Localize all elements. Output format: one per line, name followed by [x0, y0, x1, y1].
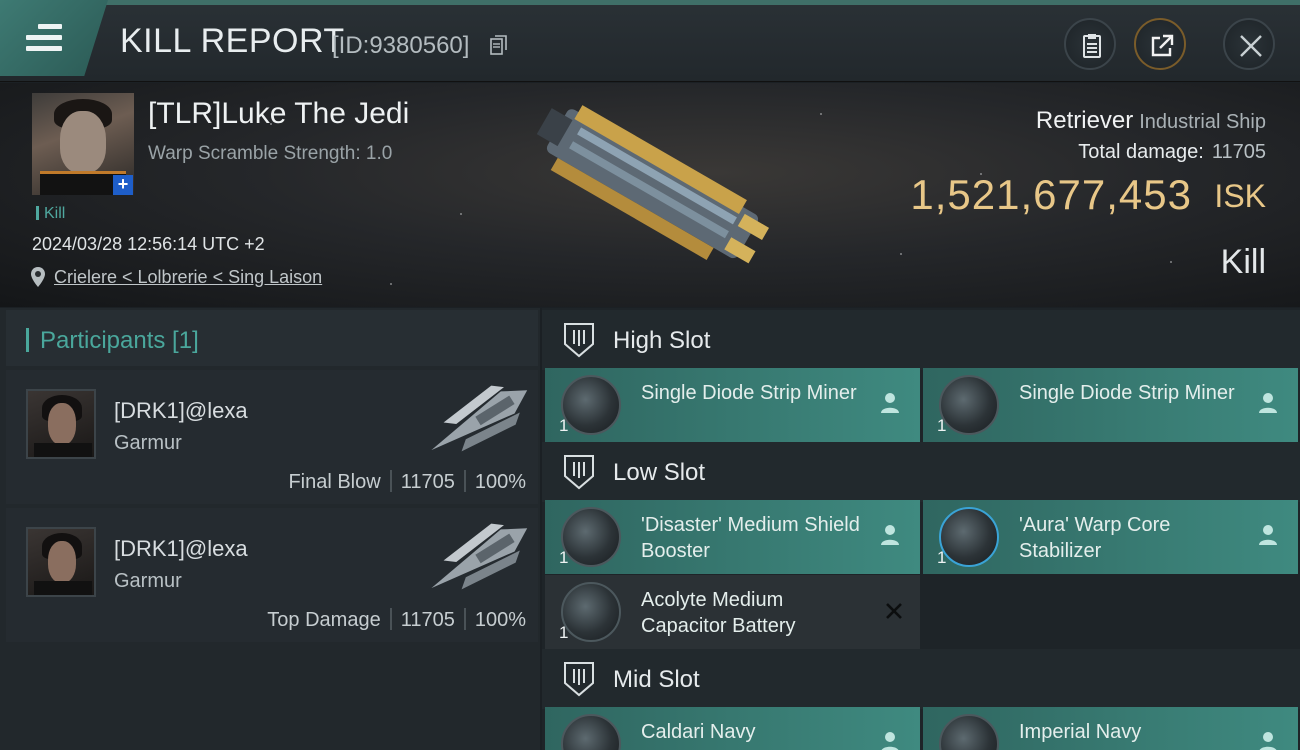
strip-miner-icon — [939, 375, 999, 435]
item-quantity: 1 — [559, 623, 569, 642]
total-damage-label: Total damage: — [1078, 141, 1204, 163]
fitting-item[interactable]: 1 Single Diode Strip Miner — [545, 368, 920, 442]
garmur-ship-image — [431, 385, 528, 452]
dropped-owner-icon — [881, 525, 899, 545]
dropped-owner-icon — [1259, 732, 1277, 750]
close-button[interactable] — [1223, 18, 1275, 70]
participants-header[interactable]: Participants [1] — [6, 310, 538, 366]
module-icon — [939, 714, 999, 750]
item-name: Single Diode Strip Miner — [641, 382, 857, 404]
fitting-item[interactable]: 1 Imperial Navy — [923, 707, 1298, 750]
kill-id: [ID:9380560] — [332, 32, 470, 59]
participant-stats: Final Blow 11705 100% — [288, 470, 526, 494]
kill-tag: Kill — [36, 205, 65, 223]
destroyed-x-icon — [886, 603, 902, 619]
copy-icon[interactable] — [490, 35, 508, 55]
participant-percent: 100% — [474, 471, 526, 493]
fitting-panel: High Slot 1 Single Diode Strip Miner 1 S… — [542, 308, 1300, 750]
location-pin-icon — [31, 267, 45, 287]
fitting-item[interactable]: 1 'Aura' Warp Core Stabilizer — [923, 500, 1298, 574]
participants-panel: Participants [1] [DRK1]@lexa Garmur Fina… — [0, 308, 540, 750]
header-accent-line — [100, 0, 1300, 5]
high-slot-header: High Slot — [542, 310, 1300, 370]
kill-datetime: 2024/03/28 12:56:14 UTC +2 — [32, 234, 265, 254]
fitting-item[interactable]: 1 Single Diode Strip Miner — [923, 368, 1298, 442]
shield-booster-icon — [561, 507, 621, 567]
item-quantity: 1 — [937, 416, 947, 435]
item-name: Caldari Navy — [641, 721, 756, 743]
participant-name: [DRK1]@lexa — [114, 398, 248, 423]
warp-scramble-strength: Warp Scramble Strength: 1.0 — [148, 143, 393, 164]
participant-row[interactable]: [DRK1]@lexa Garmur Top Damage 11705 100% — [6, 508, 538, 642]
participants-title: Participants [1] — [40, 327, 199, 354]
mid-slot-header: Mid Slot — [542, 649, 1300, 709]
item-name: Acolyte Medium Capacitor Battery — [641, 589, 796, 637]
participant-role: Top Damage — [267, 609, 381, 631]
capacitor-battery-icon — [561, 582, 621, 642]
dropped-owner-icon — [881, 732, 899, 750]
low-slot-icon — [564, 455, 594, 490]
high-slot-icon — [564, 323, 594, 358]
external-share-icon — [1151, 34, 1174, 57]
fitting-item[interactable]: 1 Acolyte Medium Capacitor Battery — [545, 575, 920, 649]
participant-role: Final Blow — [288, 471, 381, 493]
participant-avatar[interactable] — [26, 527, 96, 597]
low-slot-label: Low Slot — [613, 459, 706, 486]
menu-button[interactable] — [0, 0, 108, 76]
strip-miner-icon — [561, 375, 621, 435]
isk-unit: ISK — [1214, 178, 1266, 214]
garmur-ship-image — [431, 523, 528, 590]
participant-row[interactable]: [DRK1]@lexa Garmur Final Blow 11705 100% — [6, 370, 538, 504]
clipboard-button[interactable] — [1064, 18, 1116, 70]
participant-stats: Top Damage 11705 100% — [267, 608, 526, 632]
clipboard-icon — [1083, 34, 1101, 58]
dropped-owner-icon — [1259, 525, 1277, 545]
module-icon — [561, 714, 621, 750]
item-quantity: 1 — [559, 548, 569, 567]
item-quantity: 1 — [559, 416, 569, 435]
fitting-item[interactable]: 1 'Disaster' Medium Shield Booster — [545, 500, 920, 574]
victim-ship[interactable]: Retriever Industrial Ship — [1036, 107, 1266, 135]
item-name: 'Aura' Warp Core Stabilizer — [1019, 514, 1171, 562]
participant-name: [DRK1]@lexa — [114, 536, 248, 561]
retriever-ship-image — [536, 105, 770, 264]
mid-slot-label: Mid Slot — [613, 666, 700, 693]
share-button[interactable] — [1134, 18, 1186, 70]
high-slot-label: High Slot — [613, 327, 711, 354]
ship-name: Retriever — [1035, 107, 1134, 134]
item-name: Imperial Navy — [1019, 721, 1142, 743]
low-slot-header: Low Slot — [542, 442, 1300, 502]
result-label: Kill — [1220, 243, 1266, 281]
total-damage: Total damage: 11705 — [1078, 141, 1266, 164]
item-name: 'Disaster' Medium Shield Booster — [641, 514, 860, 562]
participant-ship: Garmur — [114, 570, 182, 592]
dropped-owner-icon — [881, 393, 899, 413]
fitting-item[interactable]: 1 Caldari Navy — [545, 707, 920, 750]
hamburger-menu-icon[interactable] — [26, 24, 62, 52]
participant-damage: 11705 — [400, 471, 455, 493]
victim-name[interactable]: [TLR]Luke The Jedi — [148, 97, 409, 131]
participant-avatar[interactable] — [26, 389, 96, 459]
close-icon — [1240, 35, 1262, 57]
item-name: Single Diode Strip Miner — [1019, 382, 1235, 404]
header-bar: KILL REPORT [ID:9380560] — [0, 0, 1300, 82]
isk-value: 1,521,677,453 — [910, 171, 1192, 218]
location-link[interactable]: Crielere < Lolbrerie < Sing Laison — [54, 267, 322, 288]
victim-banner: + [TLR]Luke The Jedi Warp Scramble Stren… — [0, 83, 1300, 307]
participant-ship: Garmur — [114, 432, 182, 454]
total-damage-value: 11705 — [1211, 141, 1266, 163]
add-contact-icon[interactable]: + — [113, 175, 133, 195]
page-title: KILL REPORT — [120, 22, 345, 60]
warp-core-stabilizer-icon — [939, 507, 999, 567]
participant-damage: 11705 — [400, 609, 455, 631]
item-quantity: 1 — [937, 548, 947, 567]
dropped-owner-icon — [1259, 393, 1277, 413]
ship-class: Industrial Ship — [1139, 111, 1266, 133]
mid-slot-icon — [564, 662, 594, 697]
participant-percent: 100% — [474, 609, 526, 631]
